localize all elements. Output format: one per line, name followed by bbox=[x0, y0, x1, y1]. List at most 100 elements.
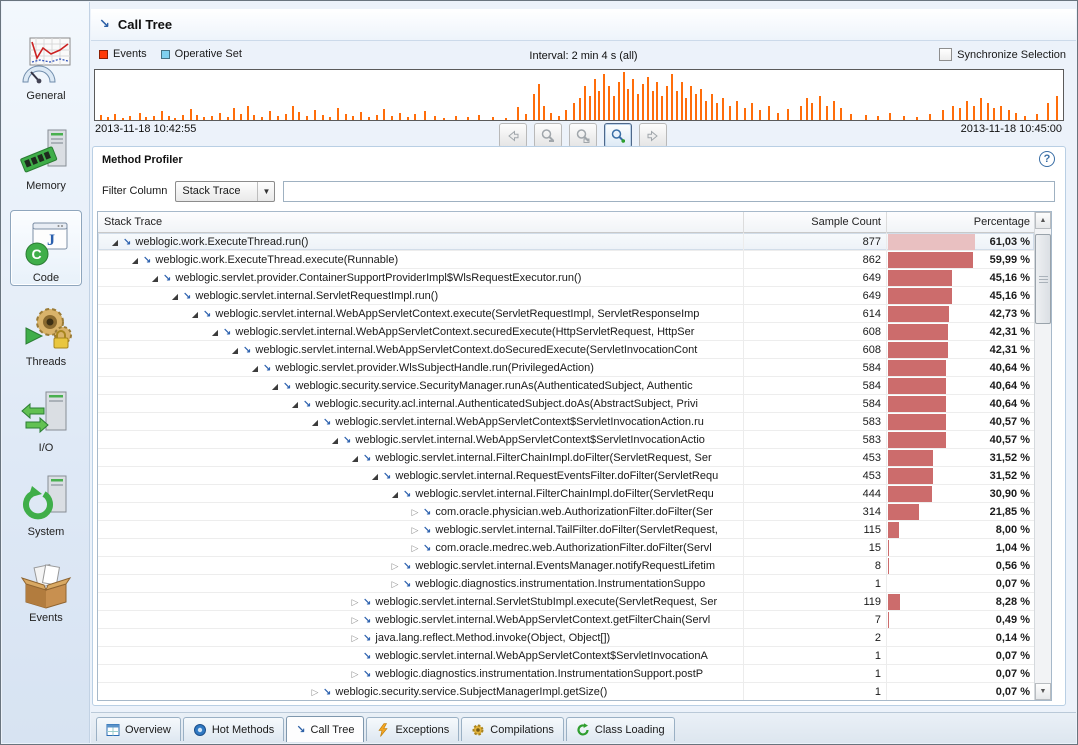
table-scrollbar[interactable]: ▲ ▼ bbox=[1034, 212, 1051, 700]
table-row[interactable]: ◢↘weblogic.security.acl.internal.Authent… bbox=[98, 395, 1034, 413]
tree-collapse-icon[interactable]: ◢ bbox=[330, 432, 340, 449]
zoom-out-button[interactable] bbox=[534, 123, 562, 148]
sidebar-item-general[interactable]: General bbox=[2, 36, 90, 102]
stack-trace-text: com.oracle.medrec.web.AuthorizationFilte… bbox=[435, 542, 711, 554]
table-row[interactable]: ◢↘weblogic.work.ExecuteThread.run()87761… bbox=[98, 233, 1034, 251]
tree-collapse-icon[interactable]: ◢ bbox=[310, 414, 320, 431]
tab-hot-methods[interactable]: Hot Methods bbox=[183, 717, 284, 741]
tree-expand-icon[interactable]: ▷ bbox=[410, 503, 420, 521]
tree-expand-icon[interactable]: ▷ bbox=[350, 629, 360, 647]
table-row[interactable]: ▷↘weblogic.servlet.internal.EventsManage… bbox=[98, 557, 1034, 575]
tree-expand-icon[interactable]: ▷ bbox=[390, 575, 400, 593]
table-row[interactable]: ↘weblogic.servlet.internal.WebAppServlet… bbox=[98, 647, 1034, 665]
zoom-in-button[interactable] bbox=[604, 123, 632, 148]
tab-call-tree[interactable]: ↘Call Tree bbox=[286, 716, 364, 742]
scroll-down-icon[interactable]: ▼ bbox=[1035, 683, 1051, 700]
table-row[interactable]: ◢↘weblogic.servlet.internal.ServletReque… bbox=[98, 287, 1034, 305]
sidebar-item-io[interactable]: I/O bbox=[2, 388, 90, 454]
sample-count-cell: 608 bbox=[743, 323, 886, 341]
timeline-spike bbox=[850, 114, 852, 120]
scrollbar-thumb[interactable] bbox=[1035, 234, 1051, 324]
table-row[interactable]: ▷↘weblogic.diagnostics.instrumentation.I… bbox=[98, 665, 1034, 683]
tree-collapse-icon[interactable]: ◢ bbox=[290, 396, 300, 413]
table-row[interactable]: ▷↘weblogic.servlet.internal.WebAppServle… bbox=[98, 611, 1034, 629]
table-row[interactable]: ◢↘weblogic.servlet.internal.FilterChainI… bbox=[98, 449, 1034, 467]
sidebar-item-system[interactable]: System bbox=[2, 472, 90, 538]
table-row[interactable]: ◢↘weblogic.servlet.provider.WlsSubjectHa… bbox=[98, 359, 1034, 377]
back-button[interactable] bbox=[499, 123, 527, 148]
timeline-start-time: 2013-11-18 10:42:55 bbox=[95, 123, 196, 135]
table-row[interactable]: ◢↘weblogic.servlet.provider.ContainerSup… bbox=[98, 269, 1034, 287]
table-row[interactable]: ◢↘weblogic.servlet.internal.WebAppServle… bbox=[98, 305, 1034, 323]
tree-expand-icon[interactable]: ▷ bbox=[410, 521, 420, 539]
tree-expand-icon[interactable]: ▷ bbox=[350, 611, 360, 629]
column-header-stack-trace[interactable]: Stack Trace bbox=[104, 212, 162, 233]
table-row[interactable]: ▷↘weblogic.diagnostics.instrumentation.I… bbox=[98, 575, 1034, 593]
table-row[interactable]: ◢↘weblogic.servlet.internal.WebAppServle… bbox=[98, 413, 1034, 431]
tab-class-loading[interactable]: Class Loading bbox=[566, 717, 675, 741]
table-row[interactable]: ▷↘com.oracle.physician.web.Authorization… bbox=[98, 503, 1034, 521]
tree-expand-icon[interactable]: ▷ bbox=[310, 683, 320, 701]
table-row[interactable]: ▷↘weblogic.servlet.internal.ServletStubI… bbox=[98, 593, 1034, 611]
tree-collapse-icon[interactable]: ◢ bbox=[350, 450, 360, 467]
tree-collapse-icon[interactable]: ◢ bbox=[110, 234, 120, 251]
filter-text-input[interactable] bbox=[283, 181, 1055, 202]
percentage-cell: 40,64 % bbox=[886, 359, 1035, 377]
sidebar-item-memory[interactable]: Memory bbox=[2, 126, 90, 192]
table-row[interactable]: ◢↘weblogic.work.ExecuteThread.execute(Ru… bbox=[98, 251, 1034, 269]
tree-expand-icon[interactable]: ▷ bbox=[350, 593, 360, 611]
synchronize-selection-checkbox[interactable] bbox=[939, 48, 952, 61]
table-row[interactable]: ▷↘weblogic.security.service.SubjectManag… bbox=[98, 683, 1034, 701]
table-row[interactable]: ▷↘com.oracle.medrec.web.AuthorizationFil… bbox=[98, 539, 1034, 557]
timeline-spike bbox=[533, 94, 535, 120]
tab-overview[interactable]: Overview bbox=[96, 717, 181, 741]
tree-collapse-icon[interactable]: ◢ bbox=[270, 378, 280, 395]
tree-collapse-icon[interactable]: ◢ bbox=[230, 342, 240, 359]
call-tree-arrow-icon: ↘ bbox=[296, 723, 305, 736]
help-icon[interactable]: ? bbox=[1039, 151, 1055, 167]
timeline-spike bbox=[1000, 106, 1002, 120]
tree-expand-icon[interactable]: ▷ bbox=[350, 665, 360, 683]
tree-collapse-icon[interactable]: ◢ bbox=[130, 252, 140, 269]
tab-exceptions[interactable]: Exceptions bbox=[366, 717, 459, 741]
table-row[interactable]: ◢↘weblogic.servlet.internal.FilterChainI… bbox=[98, 485, 1034, 503]
table-row[interactable]: ◢↘weblogic.servlet.internal.WebAppServle… bbox=[98, 341, 1034, 359]
forward-button[interactable] bbox=[639, 123, 667, 148]
filter-column-dropdown[interactable]: Stack Trace ▼ bbox=[175, 181, 275, 202]
timeline-spike bbox=[114, 114, 116, 120]
table-row[interactable]: ◢↘weblogic.servlet.internal.RequestEvent… bbox=[98, 467, 1034, 485]
tree-collapse-icon[interactable]: ◢ bbox=[370, 468, 380, 485]
tree-collapse-icon[interactable]: ◢ bbox=[390, 486, 400, 503]
tree-collapse-icon[interactable]: ◢ bbox=[250, 360, 260, 377]
sidebar-item-events[interactable]: Events bbox=[2, 558, 90, 624]
percentage-cell: 30,90 % bbox=[886, 485, 1035, 503]
zoom-reset-button[interactable] bbox=[569, 123, 597, 148]
stack-trace-cell: ▷↘weblogic.diagnostics.instrumentation.I… bbox=[98, 665, 743, 683]
method-icon: ↘ bbox=[283, 378, 291, 395]
tree-collapse-icon[interactable]: ◢ bbox=[170, 288, 180, 305]
timeline-spike bbox=[681, 82, 683, 120]
tree-expand-icon[interactable]: ▷ bbox=[390, 557, 400, 575]
tree-collapse-icon[interactable]: ◢ bbox=[190, 306, 200, 323]
table-row[interactable]: ◢↘weblogic.servlet.internal.WebAppServle… bbox=[98, 431, 1034, 449]
table-row[interactable]: ▷↘java.lang.reflect.Method.invoke(Object… bbox=[98, 629, 1034, 647]
scroll-up-icon[interactable]: ▲ bbox=[1035, 212, 1051, 229]
tree-collapse-icon[interactable]: ◢ bbox=[150, 270, 160, 287]
event-timeline-chart[interactable] bbox=[94, 69, 1064, 121]
sidebar-item-threads[interactable]: Threads bbox=[2, 302, 90, 368]
sidebar-item-code[interactable]: JCCode bbox=[2, 218, 90, 284]
tab-compilations[interactable]: Compilations bbox=[461, 717, 564, 741]
column-header-percentage[interactable]: Percentage bbox=[886, 212, 1035, 233]
tree-expand-icon[interactable]: ▷ bbox=[410, 539, 420, 557]
percentage-cell: 0,07 % bbox=[886, 683, 1035, 701]
table-row[interactable]: ◢↘weblogic.servlet.internal.WebAppServle… bbox=[98, 323, 1034, 341]
table-row[interactable]: ▷↘weblogic.servlet.internal.TailFilter.d… bbox=[98, 521, 1034, 539]
percentage-value: 40,64 % bbox=[990, 395, 1030, 413]
sidebar-item-inner: I/O bbox=[2, 388, 90, 454]
synchronize-selection[interactable]: Synchronize Selection bbox=[939, 48, 1066, 61]
percentage-value: 1,04 % bbox=[996, 539, 1030, 557]
column-header-sample-count[interactable]: Sample Count bbox=[743, 212, 886, 233]
timeline-spike bbox=[434, 116, 436, 120]
tree-collapse-icon[interactable]: ◢ bbox=[210, 324, 220, 341]
table-row[interactable]: ◢↘weblogic.security.service.SecurityMana… bbox=[98, 377, 1034, 395]
